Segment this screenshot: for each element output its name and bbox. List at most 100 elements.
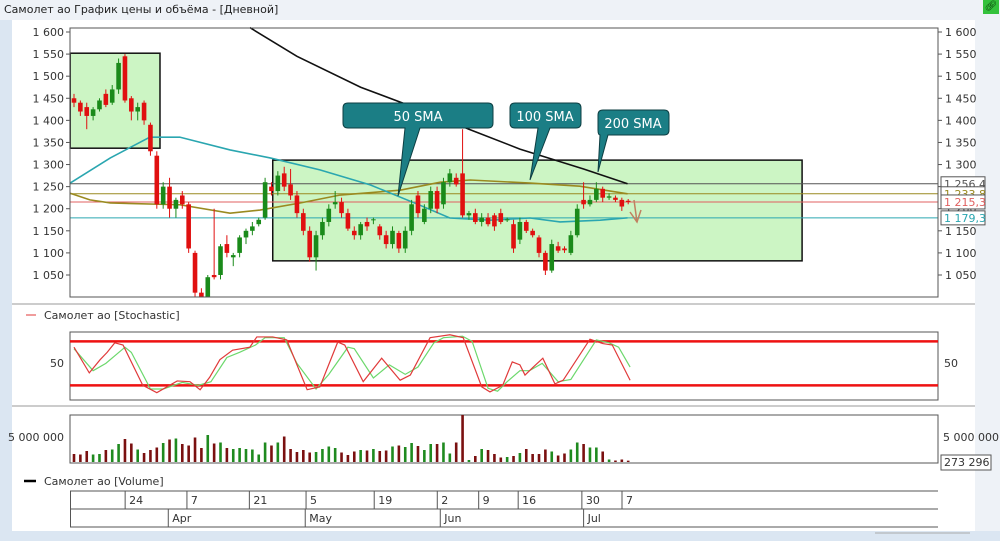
candle-body — [320, 221, 325, 236]
candle-body — [71, 98, 77, 103]
volume-bar — [524, 449, 528, 462]
candle-body — [447, 173, 453, 183]
right-margin — [975, 20, 1000, 531]
candle-body — [466, 213, 472, 216]
y-tick-label-left: 1 050 — [33, 269, 65, 282]
volume-bar — [212, 443, 216, 462]
month-tick-label: Jun — [443, 512, 461, 525]
volume-bar — [257, 454, 261, 462]
y-tick-label-left: 1 100 — [33, 247, 65, 260]
volume-bar — [397, 445, 401, 462]
volume-bar — [352, 451, 356, 462]
day-tick-label: 30 — [586, 494, 600, 507]
volume-bar — [391, 446, 394, 462]
candle-body — [492, 215, 497, 227]
candle — [122, 54, 128, 103]
volume-bar — [193, 437, 197, 462]
candle-body — [97, 100, 102, 110]
volume-legend: Самолет ао [Volume] — [44, 475, 164, 488]
volume-bar — [442, 442, 445, 462]
volume-bar — [620, 459, 624, 462]
candle-body — [109, 89, 115, 103]
volume-bar — [200, 448, 203, 462]
candle — [549, 239, 555, 273]
candle-body — [625, 200, 631, 202]
candle-body — [428, 191, 434, 209]
volume-bar — [582, 444, 585, 462]
volume-bar — [550, 451, 554, 462]
volume-bar — [79, 454, 82, 462]
candle-body — [90, 109, 96, 116]
volume-bar — [308, 452, 311, 462]
volume-bar — [569, 449, 573, 462]
y-tick-label-right: 1 150 — [945, 225, 977, 238]
candle — [205, 274, 211, 298]
candle-body — [332, 202, 338, 205]
candle-body — [307, 230, 312, 258]
y-tick-label-left: 1 300 — [33, 159, 65, 172]
candle-body — [148, 124, 153, 152]
y-tick-label-left: 1 550 — [33, 48, 65, 61]
candle-body — [415, 195, 421, 214]
volume-bar — [614, 460, 617, 462]
volume-bar — [238, 448, 241, 462]
candle-body — [594, 188, 599, 200]
candle-body — [619, 199, 625, 207]
candle-body — [192, 252, 198, 293]
candle-body — [179, 195, 185, 205]
candle-body — [530, 230, 535, 236]
price-volume-chart[interactable]: 1 600 1 600 1 550 1 550 1 500 1 500 1 450 1 450… — [0, 0, 1000, 541]
volume-bar — [289, 449, 292, 462]
volume-bar — [416, 446, 420, 462]
candle — [186, 202, 191, 253]
candle-body — [199, 292, 204, 298]
volume-bar — [588, 447, 592, 462]
candle-body — [243, 230, 249, 238]
candle-body — [511, 224, 516, 249]
volume-bar — [302, 450, 305, 462]
month-tick-label: Apr — [172, 512, 192, 525]
volume-bar — [454, 442, 458, 462]
last-value-labels: 1 256,41 233,81 215,31 179,3 — [940, 176, 986, 226]
volume-y-tick-right: 5 000 000 — [943, 431, 999, 444]
candle-body — [256, 219, 262, 225]
last-value-label: 1 215,3 — [944, 196, 986, 209]
candle-body — [103, 93, 109, 105]
candle-body — [313, 235, 319, 258]
volume-bar — [423, 450, 426, 462]
volume-bar — [110, 449, 114, 462]
volume-bar — [155, 447, 159, 462]
candle-body — [434, 191, 440, 209]
candle-body — [562, 248, 567, 251]
candle-body — [224, 244, 230, 253]
candle-body — [218, 246, 223, 275]
volume-bar — [327, 446, 331, 462]
stochastic-y-tick-right: 50 — [944, 357, 958, 370]
volume-bar — [231, 449, 235, 462]
volume-bar — [340, 452, 343, 462]
y-tick-label-left: 1 600 — [33, 26, 65, 39]
y-tick-label-right: 1 350 — [945, 136, 977, 149]
candle-body — [377, 226, 383, 236]
candle-body — [371, 219, 376, 221]
volume-bar — [461, 415, 464, 462]
candle-body — [288, 184, 293, 196]
volume-bar — [512, 456, 515, 462]
candle-body — [587, 199, 593, 205]
volume-last-label: 273 296 — [944, 456, 990, 469]
y-tick-label-right: 1 300 — [945, 159, 977, 172]
candle-body — [294, 195, 300, 214]
volume-bar — [429, 444, 433, 462]
candle-body — [613, 197, 618, 200]
candle-body — [364, 221, 370, 227]
candle-body — [498, 213, 504, 222]
day-tick-label: 7 — [191, 494, 198, 507]
candle-body — [84, 107, 90, 116]
candle-body — [230, 255, 236, 258]
candle-body — [186, 204, 191, 249]
volume-bar — [98, 454, 101, 462]
candle-body — [390, 230, 395, 245]
candle-body — [523, 221, 529, 231]
day-tick-label: 9 — [483, 494, 490, 507]
volume-bar — [91, 454, 95, 462]
